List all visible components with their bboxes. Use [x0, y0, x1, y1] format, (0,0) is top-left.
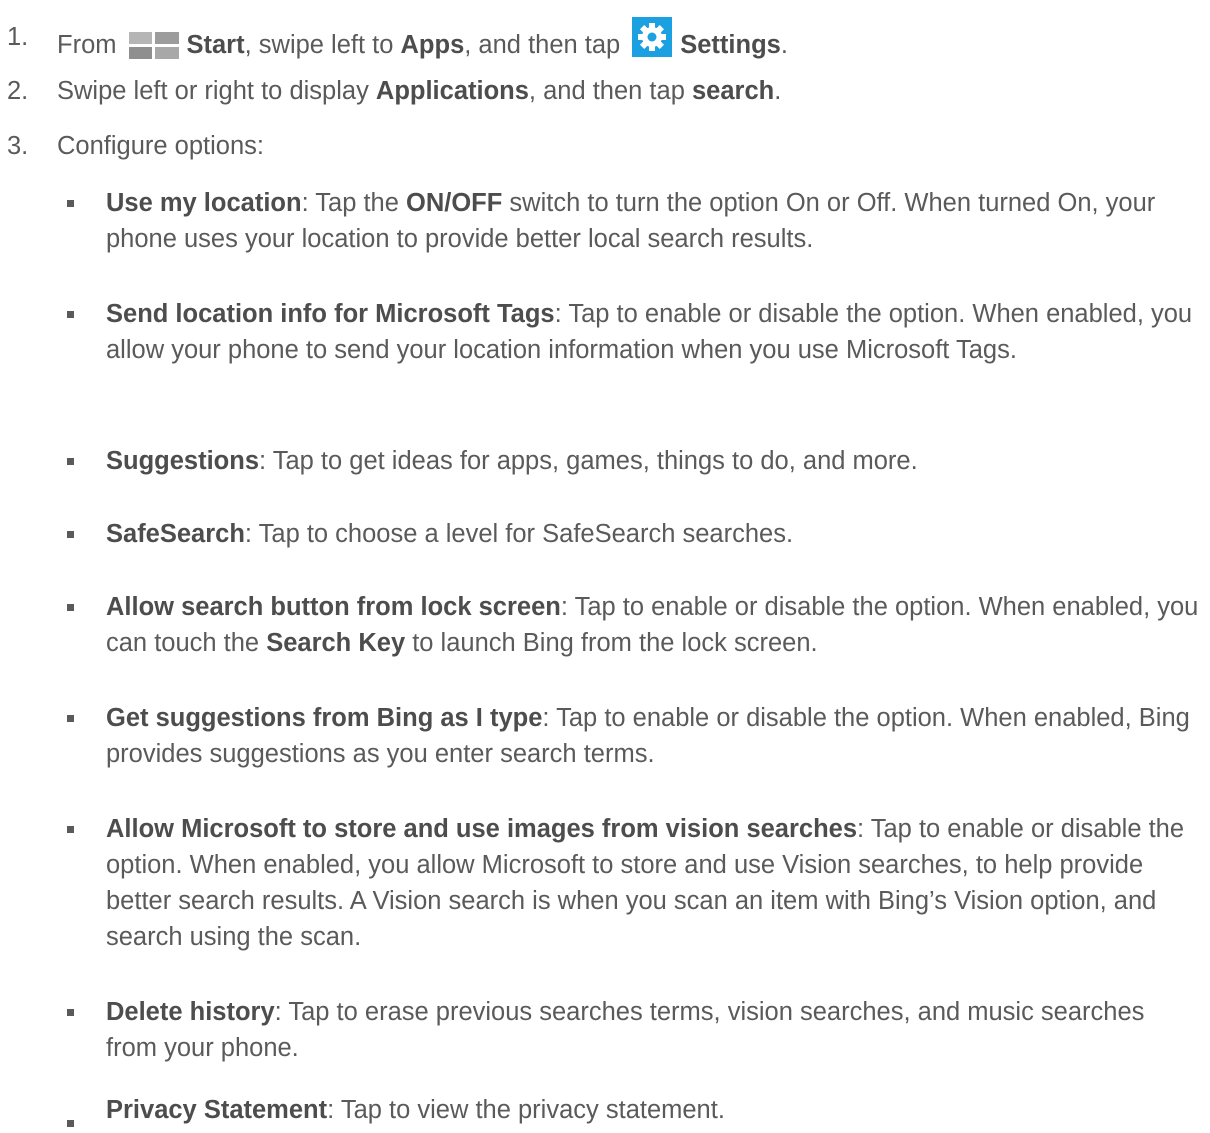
- bullet: [67, 826, 74, 833]
- settings-gear-icon: [632, 17, 673, 69]
- option-privacy-statement: Privacy Statement: Tap to view the priva…: [106, 1096, 725, 1124]
- bullet: [67, 715, 74, 722]
- step-number: 1.: [7, 23, 29, 51]
- option-use-my-location: Use my location: Tap the ON/OFF switch t…: [106, 189, 1156, 253]
- bullet: [67, 1009, 74, 1016]
- document-page: { "steps": [ { "number": "1.", "parts": …: [0, 0, 1210, 1133]
- bullet: [67, 311, 74, 318]
- windows-start-icon: [128, 31, 179, 71]
- option-bing-suggestions: Get suggestions from Bing as I type: Tap…: [106, 704, 1190, 768]
- option-safesearch: SafeSearch: Tap to choose a level for Sa…: [106, 520, 794, 548]
- step-text: From Start, swipe left to Apps, and then …: [57, 17, 788, 71]
- bullet: [67, 1120, 74, 1127]
- step-text: Configure options:: [57, 132, 264, 160]
- option-allow-search-button: Allow search button from lock screen: Ta…: [106, 593, 1199, 657]
- option-send-location-info: Send location info for Microsoft Tags: T…: [106, 300, 1193, 364]
- bullet: [67, 458, 74, 465]
- bullet: [67, 200, 74, 207]
- bullet: [67, 604, 74, 611]
- bullet: [67, 531, 74, 538]
- step-text: Swipe left or right to display Applicati…: [57, 77, 782, 105]
- step-number: 2.: [7, 77, 29, 105]
- option-vision-searches: Allow Microsoft to store and use images …: [106, 815, 1185, 951]
- option-suggestions: Suggestions: Tap to get ideas for apps, …: [106, 447, 918, 475]
- step-number: 3.: [7, 132, 29, 160]
- option-delete-history: Delete history: Tap to erase previous se…: [106, 998, 1145, 1062]
